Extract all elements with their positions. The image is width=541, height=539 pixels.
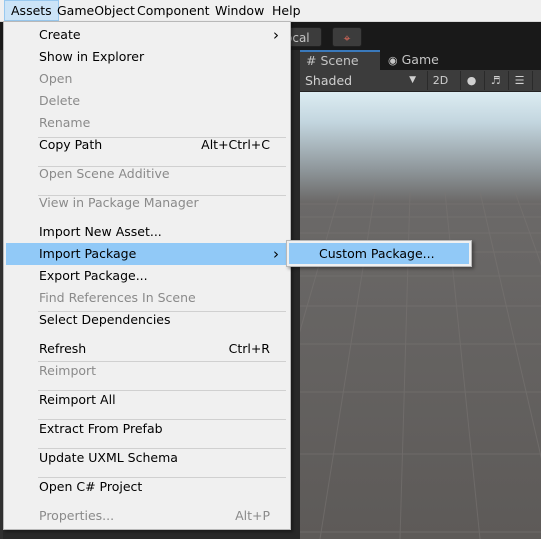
speaker-icon: ♬	[490, 74, 501, 87]
scene-viewport[interactable]	[300, 92, 541, 539]
menu-item-label: Properties...	[39, 508, 115, 523]
menu-item-refresh[interactable]: Refresh Ctrl+R	[6, 338, 288, 360]
menu-item-label: Create	[39, 27, 81, 42]
lighting-toggle[interactable]: ●	[460, 71, 482, 90]
menu-item-properties: Properties... Alt+P	[6, 505, 288, 527]
menu-help[interactable]: Help	[266, 0, 307, 21]
menu-item-label: Update UXML Schema	[39, 450, 178, 465]
menu-item-label: View in Package Manager	[39, 195, 199, 210]
grid-snap-button[interactable]: ⌖	[332, 27, 362, 47]
menu-component[interactable]: Component	[131, 0, 216, 21]
menu-item-view-in-package-manager: View in Package Manager	[6, 192, 288, 214]
menu-item-copy-path[interactable]: Copy Path Alt+Ctrl+C	[6, 134, 288, 156]
grid-snap-icon: ⌖	[343, 31, 351, 45]
menu-item-open-csharp-project[interactable]: Open C# Project	[6, 476, 288, 498]
menu-item-open: Open	[6, 68, 288, 90]
chevron-down-icon: ▼	[409, 75, 416, 85]
menu-item-extract-from-prefab[interactable]: Extract From Prefab	[6, 418, 288, 440]
menu-item-label: Refresh	[39, 341, 87, 356]
menu-item-label: Reimport All	[39, 392, 116, 407]
menu-item-label: Delete	[39, 93, 81, 108]
menu-window[interactable]: Window	[209, 0, 270, 21]
menu-gameobject[interactable]: GameObject	[51, 0, 141, 21]
menu-item-label: Export Package...	[39, 268, 148, 283]
menu-item-label: Open C# Project	[39, 479, 143, 494]
tab-game-label: Game	[401, 52, 439, 67]
menu-item-label: Import New Asset...	[39, 224, 162, 239]
menu-item-create[interactable]: Create ›	[6, 24, 288, 46]
menu-item-reimport-all[interactable]: Reimport All	[6, 389, 288, 411]
chevron-right-icon: ›	[273, 26, 279, 44]
menu-item-shortcut: Ctrl+R	[228, 341, 270, 356]
menu-item-label: Show in Explorer	[39, 49, 145, 64]
menu-item-show-in-explorer[interactable]: Show in Explorer	[6, 46, 288, 68]
menu-item-label: Reimport	[39, 363, 97, 378]
shading-mode-label: Shaded	[305, 73, 353, 88]
menu-item-label: Import Package	[39, 246, 137, 261]
menu-item-delete: Delete	[6, 90, 288, 112]
tab-game[interactable]: ◉ Game	[382, 50, 452, 70]
menu-item-shortcut: Alt+Ctrl+C	[201, 137, 270, 152]
menu-item-import-package[interactable]: Import Package ›	[6, 243, 288, 265]
menu-item-rename: Rename	[6, 112, 288, 134]
assets-menu: Create › Show in Explorer Open Delete Rename C…	[3, 21, 291, 530]
menu-item-label: Select Dependencies	[39, 312, 171, 327]
menu-item-find-references-in-scene: Find References In Scene	[6, 287, 288, 309]
menu-item-label: Open	[39, 71, 73, 86]
menu-item-select-dependencies[interactable]: Select Dependencies	[6, 309, 288, 331]
shading-mode-dropdown[interactable]: Shaded ▼	[300, 70, 420, 91]
tab-scene-label: Scene	[320, 53, 359, 68]
scene-grid	[300, 191, 541, 539]
lightbulb-icon: ●	[466, 74, 477, 87]
menu-item-import-new-asset[interactable]: Import New Asset...	[6, 221, 288, 243]
scene-toolbar: Shaded ▼ 2D ● ♬ ☰	[300, 70, 541, 92]
2d-label: 2D	[432, 74, 449, 87]
menu-item-label: Find References In Scene	[39, 290, 196, 305]
import-package-submenu: Custom Package...	[286, 240, 472, 267]
scene-tab-bar: # Scene ◉ Game	[300, 50, 541, 70]
menu-bar: Assets GameObject Component Window Help	[0, 0, 541, 22]
custom-package-item[interactable]: Custom Package...	[289, 243, 469, 264]
chevron-right-icon: ›	[273, 245, 279, 263]
more-toggle[interactable]	[532, 71, 541, 90]
audio-toggle[interactable]: ♬	[484, 71, 506, 90]
menu-item-export-package[interactable]: Export Package...	[6, 265, 288, 287]
menu-item-shortcut: Alt+P	[235, 508, 270, 523]
hash-icon: #	[306, 53, 317, 68]
menu-item-open-scene-additive: Open Scene Additive	[6, 163, 288, 185]
menu-item-reimport: Reimport	[6, 360, 288, 382]
tab-scene[interactable]: # Scene	[300, 50, 380, 70]
menu-item-label: Copy Path	[39, 137, 103, 152]
layers-icon: ☰	[514, 74, 525, 87]
2d-toggle[interactable]: 2D	[427, 71, 453, 90]
gamepad-icon: ◉	[388, 54, 398, 67]
menu-item-label: Rename	[39, 115, 91, 130]
menu-item-update-uxml-schema[interactable]: Update UXML Schema	[6, 447, 288, 469]
effects-toggle[interactable]: ☰	[508, 71, 530, 90]
menu-item-label: Extract From Prefab	[39, 421, 163, 436]
menu-item-label: Open Scene Additive	[39, 166, 170, 181]
